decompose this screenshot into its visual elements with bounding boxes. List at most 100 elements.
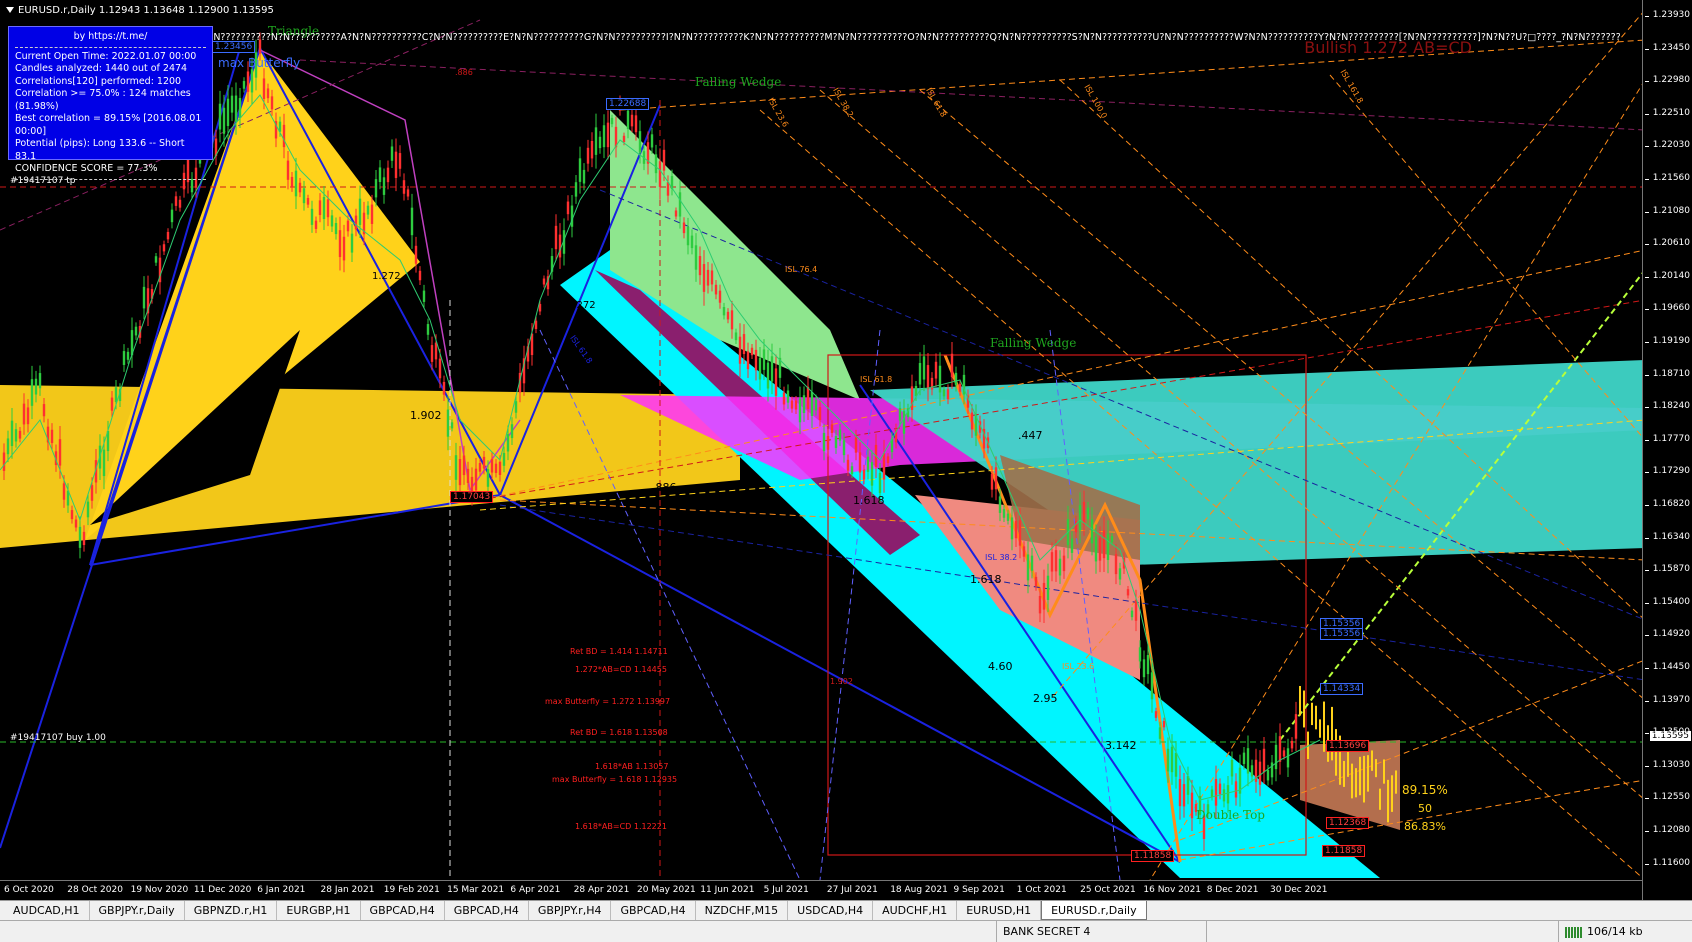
candle-body [1150, 672, 1154, 700]
price-tick-label: 1.12550 [1644, 792, 1690, 803]
time-tick-label: 20 May 2021 [637, 885, 696, 895]
candle-body [462, 455, 466, 476]
falling-wedge-label: Falling Wedge [990, 336, 1077, 350]
chart-tab[interactable]: USDCAD,H4 [788, 901, 874, 920]
candle-body [262, 78, 266, 99]
chart-area[interactable]: EURUSD.r,Daily 1.12943 1.13648 1.12900 1… [0, 0, 1692, 900]
candle-body [674, 210, 678, 217]
price-tick-label: 1.16340 [1644, 531, 1690, 542]
candle-body [1070, 538, 1074, 553]
candle-body [1046, 575, 1050, 600]
candle-body [178, 199, 182, 208]
candle-body [802, 395, 806, 414]
candle-body [366, 205, 370, 215]
candle-body [242, 81, 246, 89]
time-tick-label: 19 Nov 2020 [130, 885, 189, 895]
candle-body [414, 245, 418, 264]
time-tick-label: 6 Jan 2021 [257, 885, 306, 895]
connection-status[interactable]: 106/14 kb [1558, 921, 1692, 942]
price-box-label: 1.17043 [450, 491, 494, 503]
candle-body [626, 110, 630, 130]
candle-body [594, 127, 598, 155]
chart-tab[interactable]: NZDCHF,M15 [696, 901, 789, 920]
time-tick-label: 27 Jul 2021 [826, 885, 878, 895]
candle-body [590, 140, 594, 159]
candle-body [938, 365, 942, 393]
candle-body [534, 320, 538, 329]
mt4-terminal-window: EURUSD.r,Daily 1.12943 1.13648 1.12900 1… [0, 0, 1692, 942]
candle-body [38, 373, 42, 389]
candle-body [1130, 610, 1134, 618]
candle-body [794, 400, 798, 410]
chart-tab[interactable]: EURUSD,H1 [957, 901, 1042, 920]
ratio-label: 1.902 [830, 677, 853, 686]
candle-body [842, 440, 846, 456]
price-tick-label: 1.21560 [1644, 173, 1690, 183]
candle-body [870, 462, 874, 486]
candle-body [834, 435, 838, 448]
chart-tab[interactable]: AUDCHF,H1 [873, 901, 958, 920]
chart-canvas[interactable] [0, 0, 1692, 900]
candle-body [958, 383, 962, 392]
candle-body [426, 324, 430, 335]
chart-tab[interactable]: GBPJPY.r,Daily [90, 901, 185, 920]
candle-body [42, 404, 46, 417]
candle-body [638, 131, 642, 153]
candle-body [1178, 779, 1182, 807]
candle-body [330, 215, 334, 227]
isl-label: ISL 23.6 [1062, 662, 1095, 671]
order-tp-label[interactable]: #19417107 tp [10, 176, 75, 186]
chart-tab[interactable]: GBPCAD,H4 [361, 901, 445, 920]
price-axis[interactable]: 1.13595 1.23930 1.23450 1.22980 1.22510 1.22… [1642, 0, 1692, 900]
candle-body [1134, 600, 1138, 621]
ratio-label: .447 [1018, 429, 1043, 442]
chart-tab[interactable]: GBPJPY.r,H4 [529, 901, 612, 920]
candle-body [654, 154, 658, 174]
panel-line: Current Open Time: 2022.01.07 00:00 [15, 50, 197, 62]
candle-body [250, 69, 254, 93]
candle-body [1050, 552, 1054, 572]
candle-body [382, 177, 386, 195]
chart-tab[interactable]: AUDCAD,H1 [4, 901, 90, 920]
candle-body [1006, 513, 1010, 521]
price-tick-label: 1.22030 [1644, 140, 1690, 151]
candle-body [1086, 507, 1090, 520]
chart-tab[interactable]: GBPCAD,H4 [611, 901, 696, 920]
chart-tab[interactable]: EURUSD.r,Daily [1041, 901, 1147, 920]
chart-tab[interactable]: GBPCAD,H4 [445, 901, 529, 920]
candle-body [162, 244, 166, 252]
connection-bars-icon [1565, 926, 1583, 938]
candle-body [350, 233, 354, 253]
double-top-label: Double Top [1196, 808, 1265, 822]
panel-line: Correlation >= 75.0% : 124 matches (81.9… [15, 88, 191, 112]
time-tick-label: 16 Nov 2021 [1143, 885, 1202, 895]
order-buy-label[interactable]: #19417107 buy 1.00 [10, 733, 106, 743]
candle-body [1106, 533, 1110, 561]
candle-body [490, 458, 494, 473]
chart-tab[interactable]: EURGBP,H1 [277, 901, 361, 920]
time-axis[interactable]: 6 Oct 2020 28 Oct 2020 19 Nov 2020 11 Dec 2… [0, 880, 1642, 900]
candle-body [434, 342, 438, 360]
candle-body [458, 459, 462, 486]
candle-body [666, 182, 670, 196]
candle-body [10, 420, 14, 447]
candle-body [1262, 748, 1266, 773]
status-empty [1206, 921, 1558, 942]
chart-tab[interactable]: GBPNZD.r,H1 [185, 901, 278, 920]
ratio-label: 1.618 [853, 494, 885, 507]
chart-menu-icon[interactable] [6, 7, 14, 13]
candle-body [62, 483, 66, 500]
candle-body [854, 437, 858, 453]
candle-body [110, 397, 114, 411]
candle-body [1270, 762, 1274, 778]
candle-body [862, 469, 866, 480]
candle-body [326, 199, 330, 218]
price-tick-label: 1.18710 [1644, 368, 1690, 379]
time-tick-label: 6 Oct 2020 [4, 885, 54, 895]
candle-body [818, 407, 822, 421]
price-tick-label: 1.17290 [1644, 466, 1690, 477]
candle-body [734, 332, 738, 341]
candle-body [190, 178, 194, 193]
candle-body [566, 201, 570, 215]
correlation-info-panel: by https://t.me/ Current Open Time: 2022… [8, 26, 213, 180]
